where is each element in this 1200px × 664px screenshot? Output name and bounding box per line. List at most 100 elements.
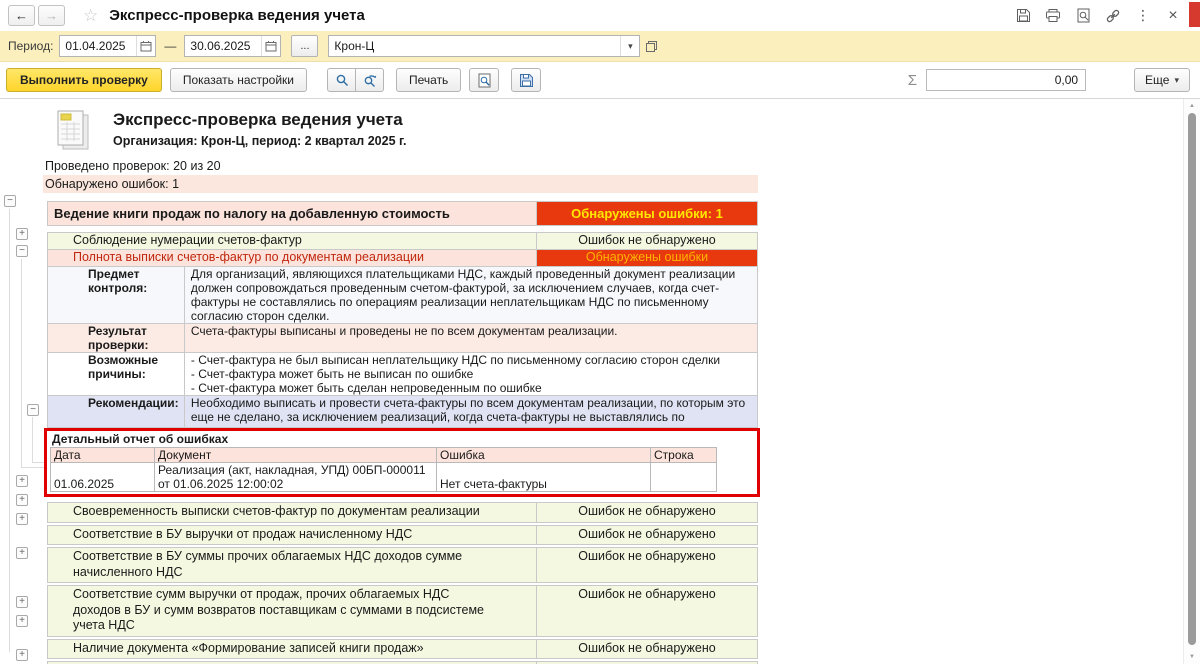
window-header: ← → ☆ Экспресс-проверка ведения учета ⋮ … [0, 0, 1200, 31]
check-status: Ошибок не обнаружено [536, 586, 757, 636]
error-detail-box: Детальный отчет об ошибках Дата Документ… [44, 428, 760, 497]
period-more-button[interactable]: ... [291, 35, 319, 57]
scroll-up-button[interactable]: ▲ [1184, 103, 1200, 109]
window-close-corner[interactable] [1189, 2, 1200, 27]
check-label: Соблюдение нумерации счетов-фактур [48, 233, 536, 249]
check-row: Соответствие сумм выручки от продаж, про… [47, 585, 758, 637]
toolbar-right: Σ 0,00 Еще ▾ [908, 68, 1190, 92]
report-body: Экспресс-проверка ведения учета Организа… [0, 99, 780, 664]
errors-total: Обнаружено ошибок: 1 [43, 175, 758, 193]
organization-choose-button[interactable] [645, 40, 658, 53]
detail-row: Результат проверки: Счета-фактуры выписа… [48, 324, 757, 353]
forward-arrow-icon: → [45, 8, 58, 23]
column-header-date: Дата [50, 447, 155, 463]
section-status-badge: Обнаружены ошибки: 1 [536, 202, 757, 225]
check-row: Соответствие в БУ суммы прочих облагаемы… [47, 547, 758, 583]
search-next-button[interactable] [355, 68, 384, 92]
preview-icon[interactable] [1074, 7, 1092, 25]
checks-table: Соблюдение нумерации счетов-фактур Ошибо… [47, 232, 758, 428]
period-bar: Период: 01.04.2025 — 30.06.2025 ... Крон… [0, 31, 1200, 62]
run-check-button[interactable]: Выполнить проверку [6, 68, 162, 92]
choose-icon [646, 40, 658, 52]
print-preview-button[interactable] [469, 68, 500, 92]
window-title: Экспресс-проверка ведения учета [109, 7, 365, 24]
organization-value[interactable]: Крон-Ц [329, 39, 620, 53]
forward-button[interactable]: → [38, 5, 65, 26]
more-button[interactable]: Еще ▾ [1134, 68, 1190, 92]
detail-label: Возможные причины: [48, 353, 184, 395]
tree-collapse-button[interactable]: − [16, 245, 28, 257]
tree-expand-button[interactable]: + [16, 596, 28, 608]
detail-text: Для организаций, являющихся плательщикам… [183, 267, 757, 323]
show-settings-button[interactable]: Показать настройки [169, 68, 307, 92]
calendar-icon[interactable] [261, 36, 281, 56]
check-status: Обнаружены ошибки [536, 250, 757, 266]
detail-row: Рекомендации: Необходимо выписать и пров… [48, 396, 757, 427]
date-to-field[interactable]: 30.06.2025 [184, 35, 282, 57]
tree-collapse-button[interactable]: − [4, 195, 16, 207]
close-icon[interactable]: × [1164, 7, 1182, 25]
vertical-scrollbar[interactable]: ▲ ▼ [1183, 99, 1200, 664]
tree-expand-button[interactable]: + [16, 547, 28, 559]
check-label: Соответствие сумм выручки от продаж, про… [73, 587, 484, 632]
date-from-field[interactable]: 01.04.2025 [59, 35, 157, 57]
organization-dropdown[interactable]: ▾ [620, 36, 640, 56]
check-status: Ошибок не обнаружено [536, 525, 757, 544]
error-line-cell [650, 462, 717, 492]
column-header-line: Строка [650, 447, 717, 463]
organization-field[interactable]: Крон-Ц ▾ [328, 35, 641, 57]
checks-progress: Проведено проверок: 20 из 20 [45, 159, 221, 173]
save-report-button[interactable] [511, 68, 542, 92]
link-icon[interactable] [1104, 7, 1122, 25]
error-document-cell[interactable]: Реализация (акт, накладная, УПД) 00БП-00… [154, 462, 437, 492]
date-range-dash: — [164, 39, 177, 53]
tree-expand-button[interactable]: + [16, 513, 28, 525]
kebab-menu-icon[interactable]: ⋮ [1134, 7, 1152, 25]
column-header-error: Ошибка [436, 447, 651, 463]
chevron-down-icon: ▾ [628, 40, 633, 51]
period-label: Период: [8, 39, 54, 53]
calendar-icon[interactable] [136, 36, 156, 56]
detail-text: - Счет-фактура не был выписан неплательщ… [183, 353, 757, 395]
check-label: Своевременность выписки счетов-фактур по… [73, 504, 480, 518]
total-value: 0,00 [1054, 73, 1079, 87]
back-button[interactable]: ← [8, 5, 35, 26]
check-label: Соответствие в БУ суммы прочих облагаемы… [73, 549, 463, 579]
detail-label: Предмет контроля: [48, 267, 184, 323]
check-row: Наличие документа «Формирование записей … [47, 638, 758, 659]
total-field[interactable]: 0,00 [926, 69, 1087, 91]
date-to-value[interactable]: 30.06.2025 [185, 39, 261, 53]
detail-text: Необходимо выписать и провести счета-фак… [183, 396, 757, 427]
report-area: − + − − + + + + + + + Экспресс-проверка … [0, 99, 1183, 664]
tree-expand-button[interactable]: + [16, 475, 28, 487]
check-status: Ошибок не обнаружено [536, 503, 757, 522]
print-button[interactable]: Печать [396, 68, 462, 92]
section-header-row: Ведение книги продаж по налогу на добавл… [47, 201, 758, 226]
scrollbar-thumb[interactable] [1188, 113, 1196, 645]
error-date-cell: 01.06.2025 [50, 462, 155, 492]
tree-expand-button[interactable]: + [16, 494, 28, 506]
check-row: Полнота выписки счетов-фактур по докумен… [48, 250, 757, 267]
tree-collapse-button[interactable]: − [27, 404, 39, 416]
report-header: Экспресс-проверка ведения учета Организа… [54, 108, 780, 152]
tree-expand-button[interactable]: + [16, 228, 28, 240]
favorite-star-icon[interactable]: ☆ [83, 6, 98, 26]
save-icon[interactable] [1014, 7, 1032, 25]
detail-row: Предмет контроля: Для организаций, являю… [48, 267, 757, 324]
error-report-title: Детальный отчет об ошибках [52, 432, 229, 446]
report-document-icon [57, 110, 89, 150]
error-report-table: Дата Документ Ошибка Строка 01.06.2025 Р… [50, 447, 717, 492]
back-arrow-icon: ← [15, 8, 28, 23]
tree-expand-button[interactable]: + [16, 649, 28, 661]
scroll-down-button[interactable]: ▼ [1184, 654, 1200, 660]
check-row: Соответствие в БУ выручки от продаж начи… [47, 524, 758, 545]
date-from-value[interactable]: 01.04.2025 [60, 39, 136, 53]
chevron-down-icon: ▾ [1174, 74, 1179, 85]
check-row: Соблюдение нумерации счетов-фактур Ошибо… [48, 233, 757, 250]
search-repeat-icon [364, 75, 376, 87]
search-button[interactable] [327, 68, 356, 92]
detail-text: Счета-фактуры выписаны и проведены не по… [183, 324, 757, 352]
check-label: Полнота выписки счетов-фактур по докумен… [48, 250, 536, 266]
print-icon[interactable] [1044, 7, 1062, 25]
tree-expand-button[interactable]: + [16, 615, 28, 627]
